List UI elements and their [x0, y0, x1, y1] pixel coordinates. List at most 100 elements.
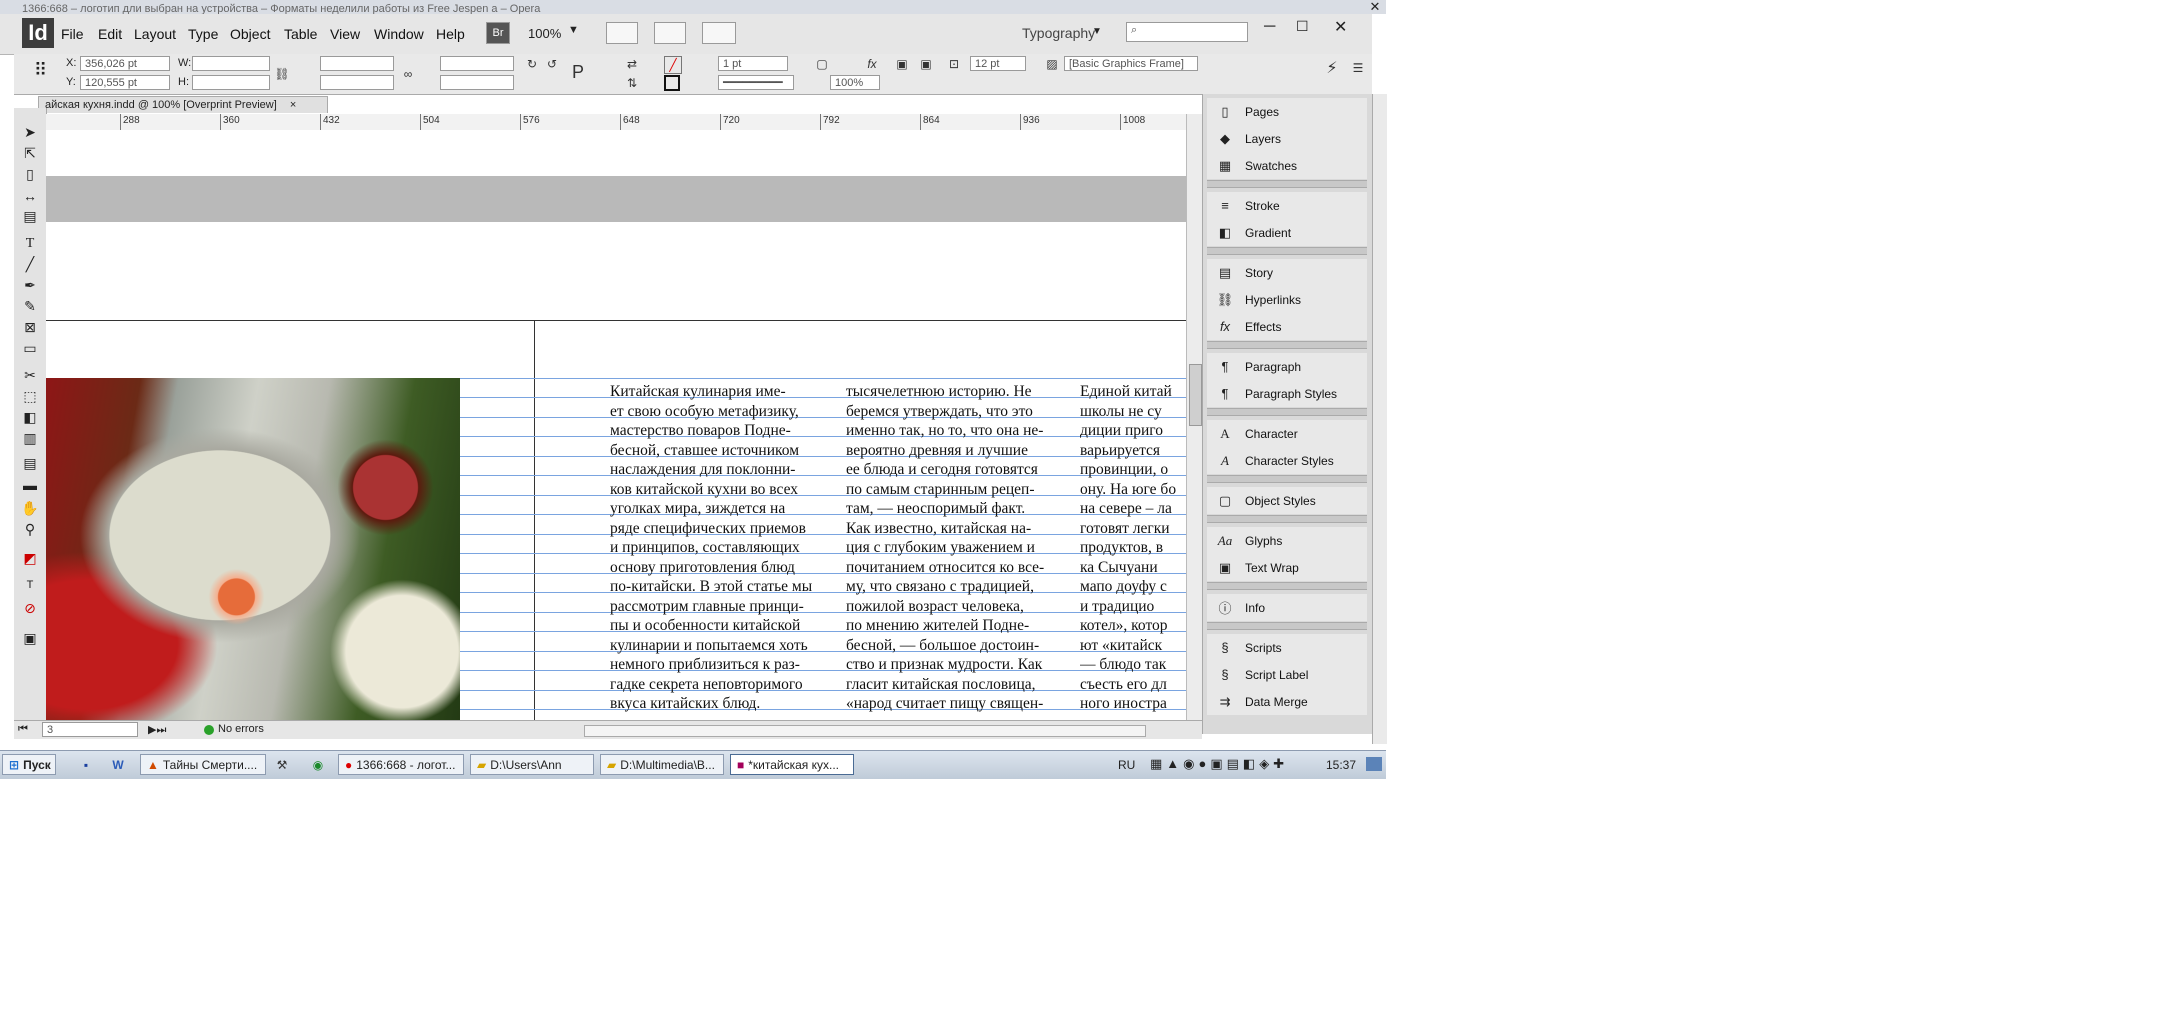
stroke-weight-field[interactable]: 1 pt [718, 56, 788, 71]
selection-tool-icon[interactable]: ➤ [14, 122, 46, 143]
fill-swatch-icon[interactable]: ╱ [664, 56, 682, 74]
pen-tool-icon[interactable]: ✒ [14, 275, 46, 296]
help-search-input[interactable]: ⌕ [1126, 22, 1248, 42]
screen-mode-icon[interactable]: ▣ [14, 628, 46, 649]
height-field[interactable] [192, 75, 270, 90]
link-scale-icon[interactable]: ∞ [400, 66, 416, 82]
chrome-icon[interactable]: ◉ [310, 757, 326, 773]
menu-object[interactable]: Object [230, 26, 270, 42]
reference-point-icon[interactable]: ⠿ [34, 60, 47, 81]
pencil-tool-icon[interactable]: ✎ [14, 296, 46, 317]
rotation-angle-field[interactable] [440, 56, 514, 71]
gap-tool-icon[interactable]: ↔ [14, 185, 46, 206]
menu-file[interactable]: File [61, 26, 84, 42]
rotate-ccw-icon[interactable]: ↺ [544, 56, 560, 72]
close-icon[interactable]: ✕ [1334, 17, 1347, 37]
panel-gradient[interactable]: ◧ Gradient [1207, 219, 1367, 246]
menu-layout[interactable]: Layout [134, 26, 176, 42]
direct-selection-tool-icon[interactable]: ⇱ [14, 143, 46, 164]
flip-vertical-icon[interactable]: ⇅ [624, 75, 640, 91]
menu-view[interactable]: View [330, 26, 360, 42]
task-opera[interactable]: ● 1366:668 - логот... [338, 754, 464, 775]
measure-tool-icon[interactable]: ▬ [14, 474, 46, 495]
hand-tool-icon[interactable]: ✋ [14, 498, 46, 519]
panel-layers[interactable]: ◆ Layers [1207, 125, 1367, 152]
scale-x-field[interactable] [320, 56, 394, 71]
panel-character[interactable]: A Character [1207, 420, 1367, 447]
reference-size-field[interactable]: 12 pt [970, 56, 1026, 71]
scroll-thumb[interactable] [1189, 364, 1202, 426]
panel-paragraph-styles[interactable]: ¶ Paragraph Styles [1207, 380, 1367, 407]
panel-text-wrap[interactable]: ▣ Text Wrap [1207, 554, 1367, 581]
object-style-dropdown[interactable]: [Basic Graphics Frame] [1064, 56, 1198, 71]
panel-stroke[interactable]: ≡ Stroke [1207, 192, 1367, 219]
arrange-documents-button[interactable] [702, 22, 736, 44]
maximize-icon[interactable]: ☐ [1296, 18, 1309, 35]
text-column-1[interactable]: Китайская кулинария име- ет свою особую … [610, 382, 822, 720]
panel-pages[interactable]: ▯ Pages [1207, 98, 1367, 125]
constrain-proportions-icon[interactable]: ⛓ [274, 66, 290, 82]
object-style-icon[interactable]: ▨ [1044, 56, 1060, 72]
content-collector-icon[interactable]: ▤ [14, 206, 46, 227]
shear-angle-field[interactable] [440, 75, 514, 90]
note-tool-icon[interactable]: ▤ [14, 453, 46, 474]
system-tray-icons[interactable]: ▦▲◉●▣▤◧◈✚ [1150, 756, 1288, 772]
panel-info[interactable]: ⓘ Info [1207, 594, 1367, 621]
document-tab[interactable]: айская кухня.indd @ 100% [Overprint Prev… [38, 96, 328, 113]
type-tool-icon[interactable]: T [14, 233, 46, 254]
task-folder-multimedia[interactable]: ▰ D:\Multimedia\B... [600, 754, 724, 775]
drop-shadow-icon[interactable]: ▢ [814, 56, 830, 72]
formatting-affects-text-icon[interactable]: T [14, 574, 46, 595]
opacity-field[interactable]: 100% [830, 75, 880, 90]
fit-content-icon[interactable]: ▣ [894, 56, 910, 72]
type-on-path-icon[interactable]: P [570, 62, 586, 82]
panel-menu-icon[interactable]: ☰ [1350, 60, 1366, 76]
panel-character-styles[interactable]: A Character Styles [1207, 447, 1367, 474]
document-canvas[interactable]: Китайская кулинария име- ет свою особую … [46, 130, 1186, 720]
panel-data-merge[interactable]: ⇉ Data Merge [1207, 688, 1367, 715]
language-indicator[interactable]: RU [1118, 758, 1135, 772]
rectangle-frame-tool-icon[interactable]: ⊠ [14, 317, 46, 338]
panel-script-label[interactable]: § Script Label [1207, 661, 1367, 688]
horizontal-scrollbar[interactable] [584, 725, 1146, 737]
canvas-vertical-scrollbar[interactable] [1186, 114, 1203, 720]
menu-window[interactable]: Window [374, 26, 424, 42]
menu-type[interactable]: Type [188, 26, 218, 42]
apply-none-icon[interactable]: ⊘ [14, 598, 46, 619]
start-button[interactable]: ⊞ Пуск [2, 754, 56, 775]
screen-mode-button[interactable] [654, 22, 686, 44]
panel-effects[interactable]: fx Effects [1207, 313, 1367, 340]
text-column-3[interactable]: Единой китай школы не су диции приго вар… [1080, 382, 1186, 720]
page-tool-icon[interactable]: ▯ [14, 164, 46, 185]
line-tool-icon[interactable]: ╱ [14, 254, 46, 275]
panel-object-styles[interactable]: ▢ Object Styles [1207, 487, 1367, 514]
first-page-icon[interactable]: ⏮ [18, 723, 28, 736]
y-position-field[interactable]: 120,555 pt [80, 75, 170, 90]
text-column-2[interactable]: тысячелетнюю историю. Не беремся утвержд… [846, 382, 1058, 720]
bridge-button[interactable]: Br [486, 22, 510, 44]
panel-glyphs[interactable]: Aa Glyphs [1207, 527, 1367, 554]
panel-paragraph[interactable]: ¶ Paragraph [1207, 353, 1367, 380]
width-field[interactable] [192, 56, 270, 71]
stroke-swatch-icon[interactable] [664, 75, 680, 91]
window-close-icon[interactable]: ✕ [1366, 0, 1384, 14]
task-indesign-document[interactable]: ■ *китайская кух... [730, 754, 854, 775]
scissors-tool-icon[interactable]: ✂ [14, 365, 46, 386]
minimize-icon[interactable]: ─ [1264, 18, 1275, 36]
fx-icon[interactable]: fx [864, 56, 880, 72]
menu-table[interactable]: Table [284, 26, 317, 42]
x-position-field[interactable]: 356,026 pt [80, 56, 170, 71]
zoom-level[interactable]: 100% [528, 26, 561, 41]
gradient-swatch-tool-icon[interactable]: ◧ [14, 407, 46, 428]
auto-fit-icon[interactable]: ⊡ [946, 56, 962, 72]
preflight-status[interactable]: No errors [218, 723, 264, 735]
zoom-dropdown-icon[interactable]: ▼ [568, 24, 579, 36]
zoom-tool-icon[interactable]: ⚲ [14, 519, 46, 540]
gradient-feather-tool-icon[interactable]: ▥ [14, 428, 46, 449]
show-desktop-button[interactable] [1366, 757, 1382, 771]
window-vertical-scrollbar[interactable] [1372, 94, 1387, 744]
page-number-field[interactable]: 3 [42, 722, 138, 737]
menu-help[interactable]: Help [436, 26, 465, 42]
panel-hyperlinks[interactable]: ⛓ Hyperlinks [1207, 286, 1367, 313]
fit-frame-icon[interactable]: ▣ [918, 56, 934, 72]
